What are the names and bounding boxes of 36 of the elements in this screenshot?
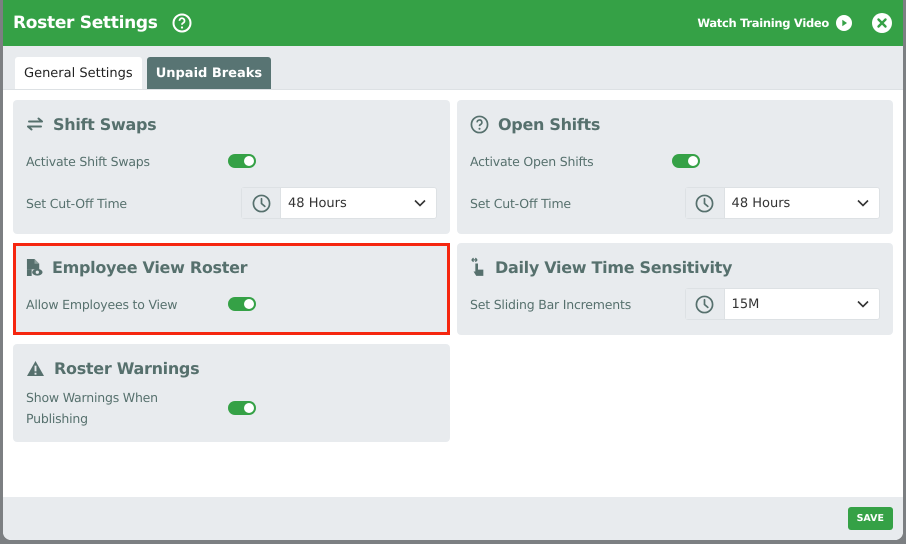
help-icon [470, 114, 489, 134]
pointer-hand-icon [470, 257, 486, 277]
setting-label: Set Sliding Bar Increments [470, 296, 632, 314]
setting-label: Set Cut-Off Time [470, 194, 572, 212]
setting-label: Activate Open Shifts [470, 152, 594, 171]
card-title: Shift Swaps [53, 114, 156, 134]
card-title: Open Shifts [498, 114, 600, 134]
clock-icon [695, 194, 714, 212]
close-icon[interactable] [872, 13, 892, 33]
window-title: Roster Settings [13, 13, 158, 33]
toggle-switch[interactable] [672, 154, 700, 168]
time-select[interactable]: 48 Hours [241, 187, 437, 219]
time-select[interactable]: 15M [684, 288, 880, 320]
toggle-switch[interactable] [228, 154, 256, 168]
setting-label: Set Cut-Off Time [26, 194, 128, 212]
tab[interactable]: Unpaid Breaks [146, 57, 272, 89]
help-icon[interactable] [172, 13, 192, 33]
toggle-switch[interactable] [228, 297, 256, 311]
warning-icon [26, 360, 45, 376]
card-title: Roster Warnings [54, 358, 200, 378]
chevron-down-icon [857, 300, 869, 308]
toggle-switch[interactable] [228, 401, 256, 415]
clock-icon [695, 294, 714, 314]
time-select[interactable]: 48 Hours [684, 187, 880, 219]
swap-arrows-icon [26, 117, 44, 131]
setting-label: Activate Shift Swaps [26, 152, 151, 171]
chevron-down-icon [857, 199, 869, 207]
card-title: Daily View Time Sensitivity [495, 258, 732, 276]
tab[interactable]: General Settings [15, 57, 142, 89]
chevron-down-icon [414, 199, 426, 207]
setting-label: Allow Employees to View [26, 296, 178, 314]
document-eye-icon [26, 258, 43, 276]
play-icon[interactable] [836, 15, 852, 31]
clock-icon [252, 194, 271, 212]
card-title: Employee View Roster [52, 258, 248, 276]
setting-label: Show Warnings When Publishing [26, 389, 159, 428]
